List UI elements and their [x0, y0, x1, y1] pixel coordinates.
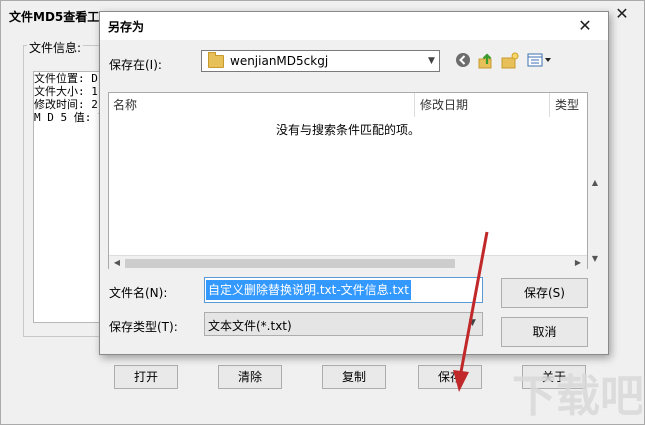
about-button[interactable]: 关于 [522, 365, 586, 389]
column-header-date[interactable]: 修改日期 [420, 93, 468, 117]
save-in-value: wenjianMD5ckgj [230, 54, 329, 68]
save-in-label: 保存在(I): [109, 58, 162, 72]
chevron-down-icon: ▼ [469, 318, 476, 328]
scroll-up-icon[interactable]: ▲ [588, 178, 602, 187]
scroll-down-icon[interactable]: ▼ [588, 254, 602, 263]
file-name-value: 自定义删除替换说明.txt-文件信息.txt [206, 280, 411, 300]
file-list[interactable]: 名称 修改日期 类型 没有与搜索条件匹配的项。 ◀ ▶ [108, 92, 588, 270]
view-menu-icon[interactable] [527, 52, 553, 70]
file-type-dropdown[interactable]: 文本文件(*.txt) ▼ [204, 312, 483, 336]
column-header-type[interactable]: 类型 [555, 93, 579, 117]
horizontal-scrollbar[interactable]: ◀ ▶ [109, 255, 587, 270]
dialog-close-icon[interactable]: ✕ [570, 15, 600, 37]
horizontal-scroll-thumb[interactable] [125, 259, 455, 268]
back-icon[interactable] [454, 52, 472, 70]
scroll-left-icon[interactable]: ◀ [110, 258, 124, 267]
empty-list-message: 没有与搜索条件匹配的项。 [275, 123, 420, 137]
file-name-label: 文件名(N): [109, 286, 168, 300]
save-in-dropdown[interactable]: wenjianMD5ckgj ▼ [201, 50, 440, 72]
folder-icon [208, 52, 224, 68]
column-divider[interactable] [549, 93, 550, 117]
file-type-label: 保存类型(T): [109, 320, 178, 334]
scroll-right-icon[interactable]: ▶ [571, 258, 585, 267]
column-header-name[interactable]: 名称 [113, 93, 137, 117]
file-info-legend: 文件信息: [27, 39, 84, 56]
clear-button[interactable]: 清除 [218, 365, 282, 389]
up-folder-icon[interactable] [477, 52, 495, 70]
main-save-button[interactable]: 保存 [418, 365, 482, 389]
save-button[interactable]: 保存(S) [501, 278, 588, 308]
dialog-title: 另存为 [108, 20, 145, 34]
column-divider[interactable] [414, 93, 415, 117]
copy-button[interactable]: 复制 [322, 365, 386, 389]
chevron-down-icon: ▼ [428, 56, 435, 66]
dialog-titlebar: 另存为 ✕ [100, 12, 608, 40]
new-folder-icon[interactable] [501, 52, 519, 70]
file-type-value: 文本文件(*.txt) [208, 319, 292, 333]
open-button[interactable]: 打开 [114, 365, 178, 389]
vertical-scrollbar[interactable]: ▲ ▼ [588, 92, 602, 269]
save-as-dialog: 另存为 ✕ 保存在(I): wenjianMD5ckgj ▼ 名称 修改日期 类… [99, 11, 609, 355]
file-name-input[interactable]: 自定义删除替换说明.txt-文件信息.txt [204, 277, 483, 303]
cancel-button[interactable]: 取消 [501, 317, 588, 347]
main-close-icon[interactable]: ✕ [609, 4, 635, 24]
